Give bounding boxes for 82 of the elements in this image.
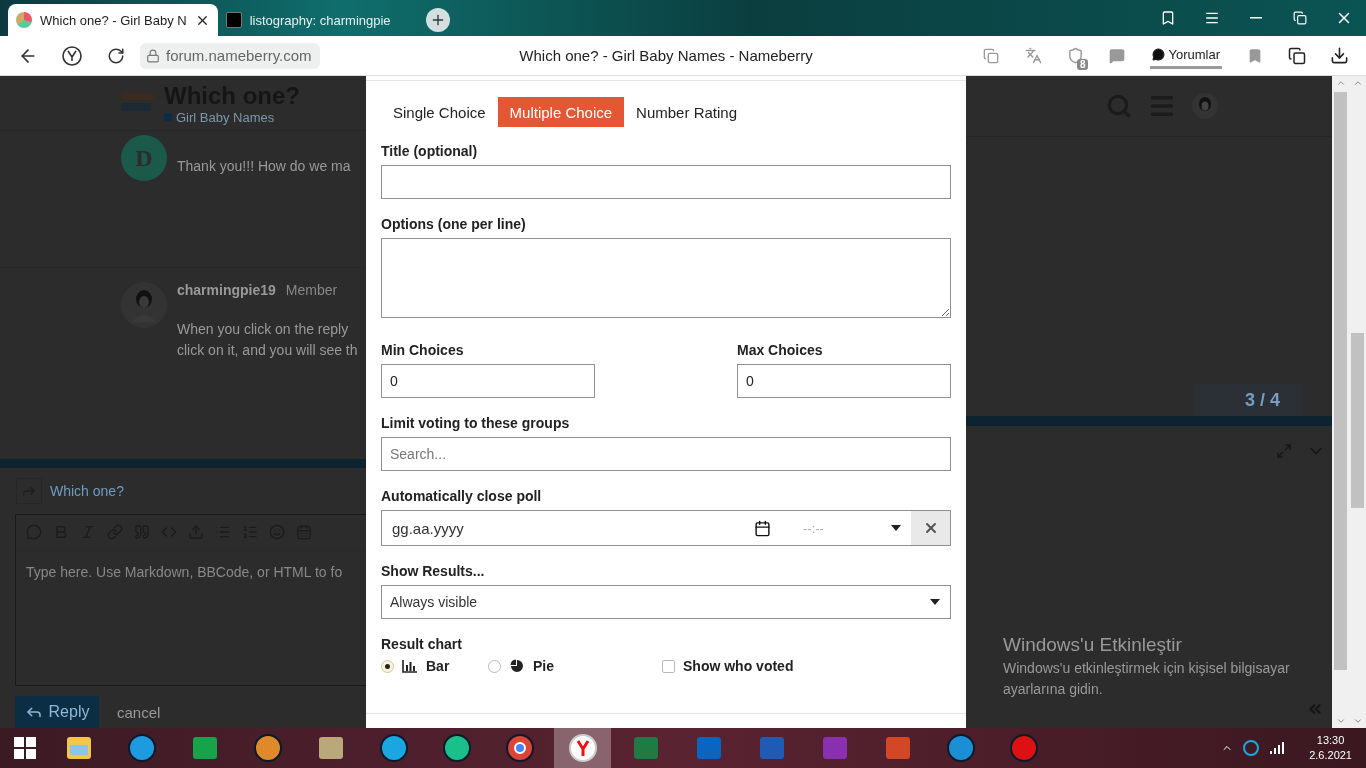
post-text: click on it, and you will see th (177, 342, 358, 358)
field-label: Show Results... (381, 563, 486, 579)
field-label: Automatically close poll (381, 488, 543, 504)
gear-app-icon (1008, 733, 1039, 763)
title-field[interactable] (381, 165, 951, 199)
scroll-down-icon[interactable] (1352, 716, 1363, 726)
scrollbar-thumb[interactable] (1334, 92, 1347, 670)
page-title: Which one? - Girl Baby Names - Nameberry (518, 47, 814, 64)
yandex-app-icon (567, 733, 598, 763)
checkbox[interactable] (662, 659, 675, 673)
field-label: Result chart (381, 636, 463, 652)
reply-button[interactable]: Reply (15, 696, 99, 728)
activation-text: Windows'u etkinleştirmek için kişisel bilgisayar ayarlarına gidin. (1003, 659, 1291, 699)
post-text: When you click on the reply (177, 321, 350, 337)
scroll-up-icon[interactable] (1352, 78, 1363, 88)
blocked-count-badge: 8 (1076, 58, 1089, 70)
groups-search-field[interactable]: Search... (381, 437, 951, 471)
speech-bubble-icon (1152, 47, 1166, 61)
user-role: Member (285, 281, 338, 298)
tray-app-icon[interactable] (1243, 740, 1260, 756)
options-field[interactable] (381, 238, 951, 318)
edge-app-icon (945, 733, 976, 763)
squares-icon (983, 47, 1000, 64)
translate-icon (1024, 47, 1042, 64)
bar-chart-icon (402, 659, 418, 673)
clock[interactable]: 13:30 2.6.2021 (1309, 733, 1352, 763)
user-avatar (121, 281, 167, 328)
poll-type-tab[interactable]: Number Rating (624, 97, 749, 127)
radio-label: Pie (533, 658, 554, 674)
post-author[interactable]: charmingpie19 (177, 281, 276, 298)
poll-type-tab[interactable]: Single Choice (381, 97, 498, 127)
bookmark-icon (1160, 10, 1176, 26)
browser-tab[interactable]: Which one? - Girl Baby N (8, 4, 218, 36)
c-app-app-icon (378, 733, 409, 763)
favicon (225, 12, 242, 28)
browser-tab[interactable]: listography: charmingpie (217, 4, 408, 36)
address-field[interactable]: forum.nameberry.com (140, 42, 320, 69)
results-select[interactable]: Always visible (381, 585, 951, 619)
comments-button[interactable]: Yorumlar (1150, 42, 1222, 69)
field-label: Options (one per line) (381, 216, 527, 232)
radio-button[interactable] (488, 659, 501, 673)
ie-app-icon (126, 733, 157, 763)
favicon (16, 12, 32, 28)
scrollbar-thumb[interactable] (1351, 333, 1364, 508)
signal-icon[interactable] (1269, 742, 1286, 754)
reply-topic-link[interactable]: Which one? (50, 483, 124, 499)
radio-button[interactable] (381, 659, 394, 673)
post-text: Thank you!!! How do we ma (177, 159, 351, 175)
user-avatar[interactable] (1192, 93, 1218, 119)
max-choices-field[interactable]: 0 (737, 364, 951, 398)
min-choices-field[interactable]: 0 (381, 364, 595, 398)
lock-icon (146, 48, 160, 63)
caret-icon (930, 599, 940, 605)
field-label: Limit voting to these groups (381, 415, 571, 431)
shield-button[interactable]: 8 (1056, 39, 1095, 72)
reload-icon (107, 46, 125, 65)
pie-chart-icon (509, 659, 525, 673)
cards-icon (1288, 46, 1306, 65)
field-label: Min Choices (381, 342, 465, 358)
y-logo-icon (61, 44, 83, 67)
restore-icon (1293, 11, 1307, 25)
u-app-app-icon (441, 733, 472, 763)
minimize-icon (1250, 17, 1262, 19)
download-icon (1329, 46, 1349, 65)
radio-label: Bar (426, 658, 450, 674)
scroll-up-icon[interactable] (1335, 78, 1346, 88)
chrome-app-icon (504, 733, 535, 763)
media-app-icon (252, 733, 283, 763)
scroll-down-icon[interactable] (1335, 716, 1346, 726)
menu-icon (1204, 10, 1220, 26)
chat-icon (1109, 47, 1126, 64)
cancel-link[interactable]: cancel (117, 703, 161, 721)
bookmark-icon (1247, 47, 1263, 64)
new-tab-button[interactable] (425, 8, 450, 32)
checkbox-label: Show who voted (683, 658, 794, 674)
windows-icon (14, 737, 36, 759)
category-link[interactable]: Girl Baby Names (164, 109, 300, 125)
activation-title: Windows'u Etkinleştir (1003, 634, 1183, 656)
field-label: Title (optional) (381, 143, 479, 159)
field-label: Max Choices (737, 342, 824, 358)
poll-type-tab[interactable]: Multiple Choice (497, 97, 625, 127)
post-counter: 3 / 4 (1194, 384, 1302, 416)
